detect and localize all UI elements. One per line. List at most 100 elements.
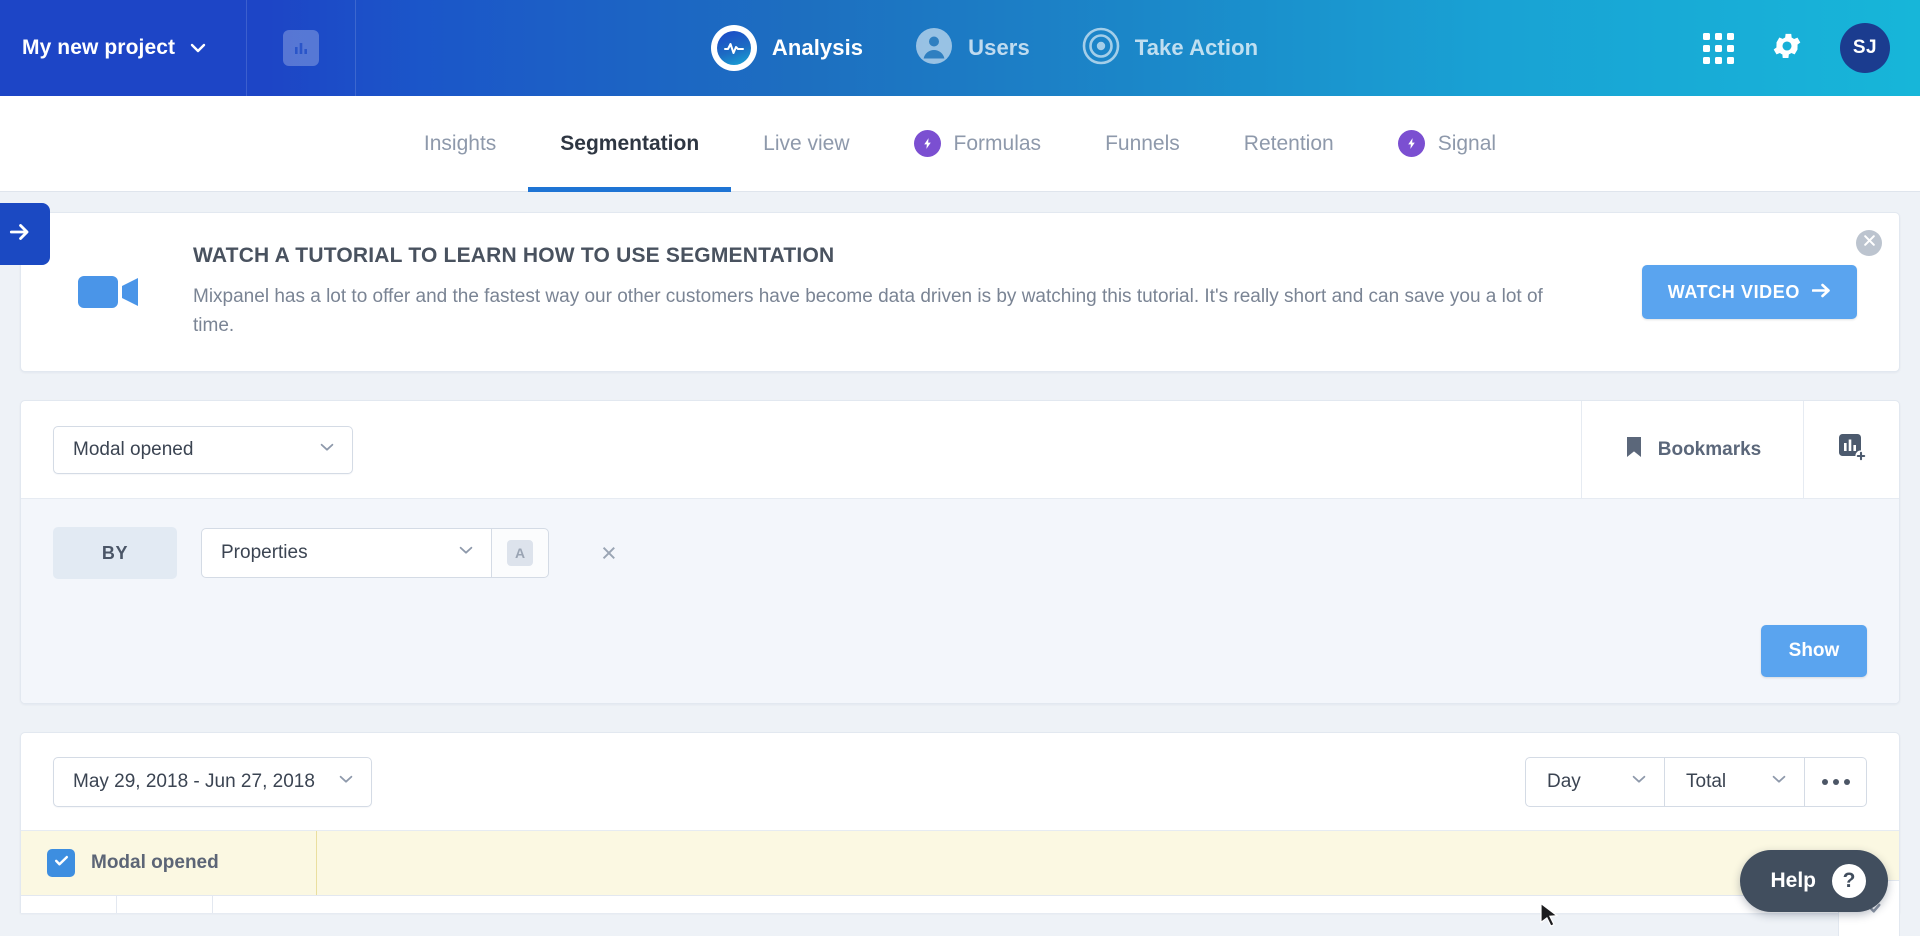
help-button[interactable]: Help ?	[1740, 850, 1888, 912]
close-banner-button[interactable]	[1856, 230, 1882, 256]
main-content: WATCH A TUTORIAL TO LEARN HOW TO USE SEG…	[0, 192, 1920, 936]
tab-label-funnels: Funnels	[1105, 131, 1180, 155]
question-mark-icon: ?	[1832, 864, 1866, 898]
bolt-icon	[1397, 130, 1425, 157]
sidebar-expand-button[interactable]	[0, 203, 50, 265]
query-builder-header: Modal opened Bookmarks	[21, 401, 1899, 499]
tab-insights[interactable]: Insights	[392, 96, 528, 192]
video-camera-icon	[73, 270, 147, 314]
project-name: My new project	[22, 36, 176, 59]
property-select-value: Properties	[221, 542, 308, 563]
chevron-down-icon	[1770, 770, 1788, 794]
tab-label-segmentation: Segmentation	[560, 131, 700, 155]
show-button[interactable]: Show	[1761, 625, 1867, 677]
chevron-down-icon	[188, 38, 208, 58]
bookmarks-button[interactable]: Bookmarks	[1581, 401, 1803, 499]
grid-apps-icon[interactable]	[1703, 32, 1734, 64]
top-nav-right: SJ	[1703, 23, 1920, 73]
project-switcher[interactable]: My new project	[0, 0, 246, 96]
arrow-right-icon	[7, 219, 33, 250]
nav-label-users: Users	[968, 35, 1030, 60]
more-horizontal-icon	[1821, 778, 1850, 785]
tutorial-banner-text: WATCH A TUTORIAL TO LEARN HOW TO USE SEG…	[193, 244, 1613, 340]
user-circle-icon	[915, 27, 953, 70]
legend-checkbox[interactable]	[47, 849, 75, 877]
nav-item-analysis[interactable]: Analysis	[710, 25, 864, 71]
aggregation-select[interactable]: Total	[1665, 756, 1805, 807]
tab-formulas[interactable]: Formulas	[882, 96, 1074, 192]
tab-signal[interactable]: Signal	[1366, 96, 1528, 192]
property-select-group: Properties A	[201, 528, 549, 578]
tab-funnels[interactable]: Funnels	[1073, 96, 1212, 192]
chevron-down-icon	[457, 541, 475, 565]
nav-item-users[interactable]: Users	[915, 27, 1030, 70]
interval-value: Day	[1547, 770, 1581, 792]
tab-label-signal: Signal	[1437, 131, 1497, 155]
event-select-value: Modal opened	[73, 438, 194, 460]
avatar[interactable]: SJ	[1840, 23, 1890, 73]
checkmark-icon	[53, 852, 70, 874]
help-label: Help	[1770, 869, 1816, 892]
group-by-row: BY Properties A ×	[53, 527, 1867, 579]
interval-select[interactable]: Day	[1525, 756, 1665, 807]
results-toolbar: May 29, 2018 - Jun 27, 2018 Day Total	[21, 733, 1899, 831]
bolt-icon	[913, 130, 941, 157]
tab-label-formulas: Formulas	[953, 131, 1042, 155]
tutorial-banner-body: Mixpanel has a lot to offer and the fast…	[193, 286, 1543, 336]
property-select[interactable]: Properties	[201, 528, 491, 578]
arrow-right-icon	[1811, 282, 1831, 303]
legend-item-label: Modal opened	[91, 852, 219, 873]
chevron-down-icon	[1630, 770, 1648, 794]
target-icon	[1082, 27, 1120, 70]
legend-item[interactable]: Modal opened	[21, 831, 317, 895]
event-select-wrap: Modal opened	[21, 425, 1581, 474]
sort-alpha-label: A	[507, 540, 533, 566]
bookmark-icon	[1624, 435, 1644, 465]
query-builder-card: Modal opened Bookmarks BY Properties A ×…	[20, 400, 1900, 704]
chevron-down-icon	[337, 770, 355, 794]
top-navigation-bar: My new project Analysis Users Take Actio…	[0, 0, 1920, 96]
watch-video-label: WATCH VIDEO	[1667, 281, 1800, 302]
gear-icon[interactable]	[1770, 29, 1804, 68]
analysis-pulse-icon	[710, 25, 757, 71]
add-to-board-button[interactable]	[1803, 401, 1899, 499]
results-options: Day Total	[1525, 756, 1867, 807]
tab-segmentation[interactable]: Segmentation	[528, 96, 732, 192]
add-chart-icon	[1836, 431, 1868, 468]
nav-label-analysis: Analysis	[771, 35, 864, 60]
table-header-cell	[21, 896, 117, 913]
more-options-button[interactable]	[1805, 756, 1867, 807]
event-select[interactable]: Modal opened	[53, 425, 353, 474]
watch-video-button[interactable]: WATCH VIDEO	[1641, 265, 1857, 319]
table-header-cell	[117, 896, 213, 913]
date-range-value: May 29, 2018 - Jun 27, 2018	[73, 770, 315, 792]
chevron-down-icon	[318, 438, 336, 462]
aggregation-value: Total	[1686, 770, 1727, 792]
tutorial-banner: WATCH A TUTORIAL TO LEARN HOW TO USE SEG…	[20, 212, 1900, 372]
sort-alpha-icon[interactable]: A	[491, 528, 549, 578]
nav-label-take-action: Take Action	[1134, 35, 1259, 60]
table-header-strip	[21, 895, 1899, 913]
mouse-pointer-icon	[1539, 902, 1561, 935]
tutorial-banner-title: WATCH A TUTORIAL TO LEARN HOW TO USE SEG…	[193, 244, 835, 267]
tab-label-live-view: Live view	[763, 131, 850, 155]
close-circle-icon	[1863, 234, 1876, 252]
tab-label-retention: Retention	[1243, 131, 1334, 155]
avatar-initials: SJ	[1852, 37, 1878, 58]
table-header-cell	[213, 896, 1899, 913]
show-row: Show	[53, 625, 1867, 677]
remove-group-by-button[interactable]: ×	[601, 539, 617, 567]
by-chip[interactable]: BY	[53, 527, 177, 579]
tab-retention[interactable]: Retention	[1212, 96, 1366, 192]
tab-live-view[interactable]: Live view	[731, 96, 881, 192]
tab-label-insights: Insights	[423, 131, 497, 155]
bookmarks-label: Bookmarks	[1657, 438, 1762, 460]
by-label: BY	[101, 542, 129, 563]
nav-item-take-action[interactable]: Take Action	[1082, 27, 1258, 70]
query-builder-body: BY Properties A × Show	[21, 499, 1899, 703]
secondary-nav: Insights Segmentation Live view Formulas…	[0, 96, 1920, 265]
results-card: May 29, 2018 - Jun 27, 2018 Day Total Mo…	[20, 732, 1900, 913]
primary-nav: Analysis Users Take Action	[266, 25, 1703, 71]
date-range-select[interactable]: May 29, 2018 - Jun 27, 2018	[53, 756, 372, 807]
legend-row: Modal opened	[21, 831, 1899, 895]
